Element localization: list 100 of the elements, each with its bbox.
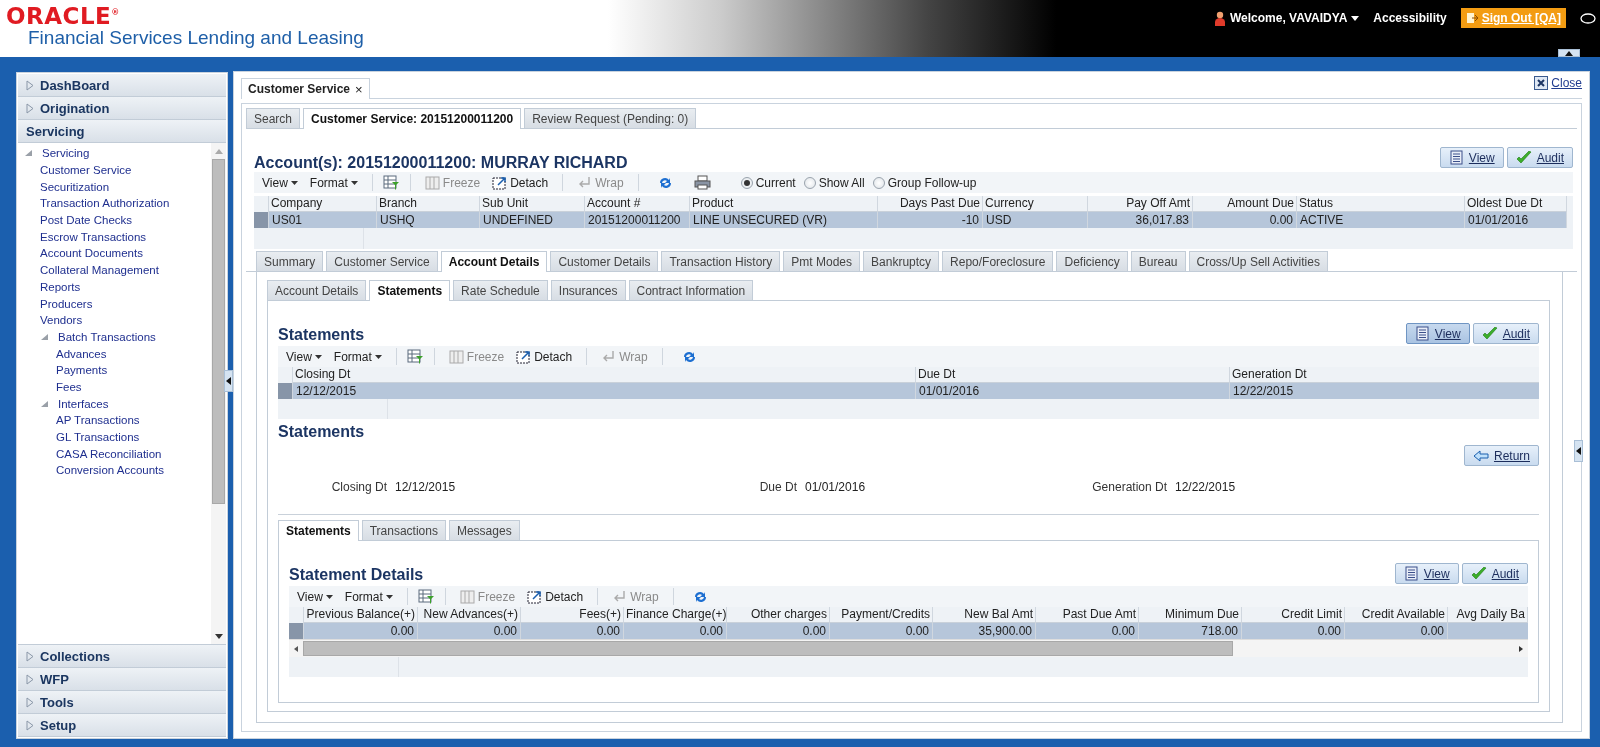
view-button[interactable]: View [1405, 323, 1470, 344]
horizontal-scrollbar[interactable] [289, 639, 1528, 657]
tree-item[interactable]: GL Transactions [24, 428, 211, 446]
user-menu[interactable]: Welcome, VAVAIDYA [1213, 10, 1360, 26]
column-header[interactable]: Finance Charge(+) [624, 607, 727, 623]
column-header[interactable]: Credit Limit [1242, 607, 1345, 623]
tab[interactable]: Customer Service: 20151200011200 [303, 108, 522, 129]
column-header[interactable]: Avg Daily Ba [1448, 607, 1528, 623]
toolbar-menu[interactable]: View [293, 589, 337, 604]
tab[interactable]: Transaction History [661, 251, 781, 271]
radio-button[interactable] [740, 176, 753, 189]
tree-item[interactable]: AP Transactions [24, 412, 211, 429]
tree-item[interactable]: Fees [24, 378, 211, 396]
tab[interactable]: Rate Schedule [453, 280, 548, 300]
toolbar-menu[interactable]: View [282, 349, 326, 364]
view-button[interactable]: View [1394, 563, 1459, 584]
tree-item[interactable]: Interfaces [24, 395, 211, 412]
column-header[interactable]: Previous Balance(+) [304, 607, 418, 623]
column-header[interactable]: Amount Due [1193, 196, 1297, 212]
column-header[interactable]: Closing Dt [293, 367, 916, 383]
tab[interactable]: Cross/Up Sell Activities [1188, 251, 1328, 271]
toolbar-menu[interactable]: View [258, 175, 302, 190]
tree-item[interactable]: Payments [24, 361, 211, 379]
column-header[interactable]: Currency [983, 196, 1088, 212]
tab[interactable]: Contract Information [628, 280, 754, 300]
tab[interactable]: Statements [369, 280, 451, 301]
tree-item[interactable]: Customer Service [24, 161, 211, 179]
audit-button[interactable]: Audit [1506, 147, 1573, 168]
accordion-header[interactable]: Servicing [18, 120, 226, 143]
tree-item[interactable]: Producers [24, 295, 211, 312]
tab[interactable]: Repo/Foreclosure [942, 251, 1054, 271]
return-button[interactable]: Return [1463, 445, 1539, 466]
accordion-header[interactable]: Tools [18, 691, 226, 714]
collapse-sidebar-button[interactable] [224, 370, 233, 392]
page-tab[interactable]: Customer Service × [241, 78, 370, 99]
accordion-header[interactable]: WFP [18, 668, 226, 691]
column-header[interactable]: Sub Unit [480, 196, 585, 212]
tab[interactable]: Bureau [1130, 251, 1186, 271]
radio-button[interactable] [872, 176, 885, 189]
tab[interactable]: Customer Details [550, 251, 659, 271]
tree-item[interactable]: Servicing [24, 145, 211, 162]
column-header[interactable]: Other charges [727, 607, 830, 623]
row-selector[interactable] [278, 383, 293, 399]
tab[interactable]: Pmt Modes [783, 251, 861, 271]
vertical-scrollbar[interactable] [211, 143, 226, 644]
radio-button[interactable] [803, 176, 816, 189]
column-header[interactable]: Past Due Amt [1036, 607, 1139, 623]
radio-option[interactable]: Current [740, 175, 796, 190]
column-header[interactable]: Product [690, 196, 878, 212]
toolbar-button[interactable]: Detach [512, 349, 577, 364]
tree-item[interactable]: Transaction Authorization [24, 195, 211, 212]
audit-button[interactable]: Audit [1472, 323, 1539, 344]
column-header[interactable]: Pay Off Amt [1088, 196, 1193, 212]
tab[interactable]: Review Request (Pending: 0) [524, 108, 697, 128]
accordion-header[interactable]: Collections [18, 645, 226, 668]
accordion-header[interactable]: DashBoard [18, 74, 226, 97]
column-header[interactable]: Minimum Due [1139, 607, 1242, 623]
toolbar-menu[interactable]: Format [340, 589, 397, 604]
tree-item[interactable]: Securitization [24, 178, 211, 196]
column-header[interactable]: New Bal Amt [933, 607, 1036, 623]
toolbar-button[interactable]: Detach [488, 175, 553, 190]
tab[interactable]: Insurances [550, 280, 626, 300]
filter-grid-icon[interactable] [406, 349, 424, 364]
tab[interactable]: Customer Service [326, 251, 438, 271]
tab[interactable]: Messages [448, 520, 520, 540]
accessibility-link[interactable]: Accessibility [1373, 11, 1447, 25]
view-button[interactable]: View [1439, 147, 1504, 168]
column-header[interactable]: Payment/Credits [830, 607, 933, 623]
toolbar-menu[interactable]: Format [329, 349, 386, 364]
tree-item[interactable]: Post Date Checks [24, 211, 211, 229]
tree-item[interactable]: Collateral Management [24, 261, 211, 279]
tab[interactable]: Account Details [440, 251, 548, 272]
scroll-down-arrow-icon[interactable] [214, 633, 223, 639]
tab[interactable]: Transactions [361, 520, 446, 540]
tree-item[interactable]: Vendors [24, 311, 211, 329]
column-header[interactable]: Fees(+) [521, 607, 624, 623]
column-header[interactable]: Days Past Due [878, 196, 983, 212]
scroll-up-arrow-icon[interactable] [214, 148, 223, 154]
tab[interactable]: Account Details [267, 280, 367, 300]
toolbar-menu[interactable]: Format [305, 175, 362, 190]
toolbar-button[interactable]: Detach [523, 589, 588, 604]
accordion-header[interactable]: Origination [18, 97, 226, 120]
column-header[interactable]: Status [1297, 196, 1465, 212]
tree-item[interactable]: Advances [24, 345, 211, 362]
expand-panel-button[interactable] [1574, 440, 1583, 462]
tab[interactable]: Statements [278, 520, 359, 541]
tree-item[interactable]: Conversion Accounts [24, 462, 211, 479]
tree-item[interactable]: CASA Reconciliation [24, 445, 211, 463]
collapse-header-button[interactable] [1558, 49, 1580, 57]
tab[interactable]: Search [246, 108, 301, 128]
audit-button[interactable]: Audit [1461, 563, 1528, 584]
tree-item[interactable]: Account Documents [24, 245, 211, 262]
column-header[interactable]: New Advances(+) [418, 607, 521, 623]
column-header[interactable]: Account # [585, 196, 690, 212]
column-header[interactable]: Oldest Due Dt [1465, 196, 1567, 212]
tab[interactable]: Deficiency [1056, 251, 1128, 271]
row-selector[interactable] [254, 212, 269, 228]
radio-option[interactable]: Group Follow-up [872, 175, 977, 190]
column-header[interactable]: Due Dt [916, 367, 1230, 383]
printer-icon[interactable] [693, 175, 711, 190]
